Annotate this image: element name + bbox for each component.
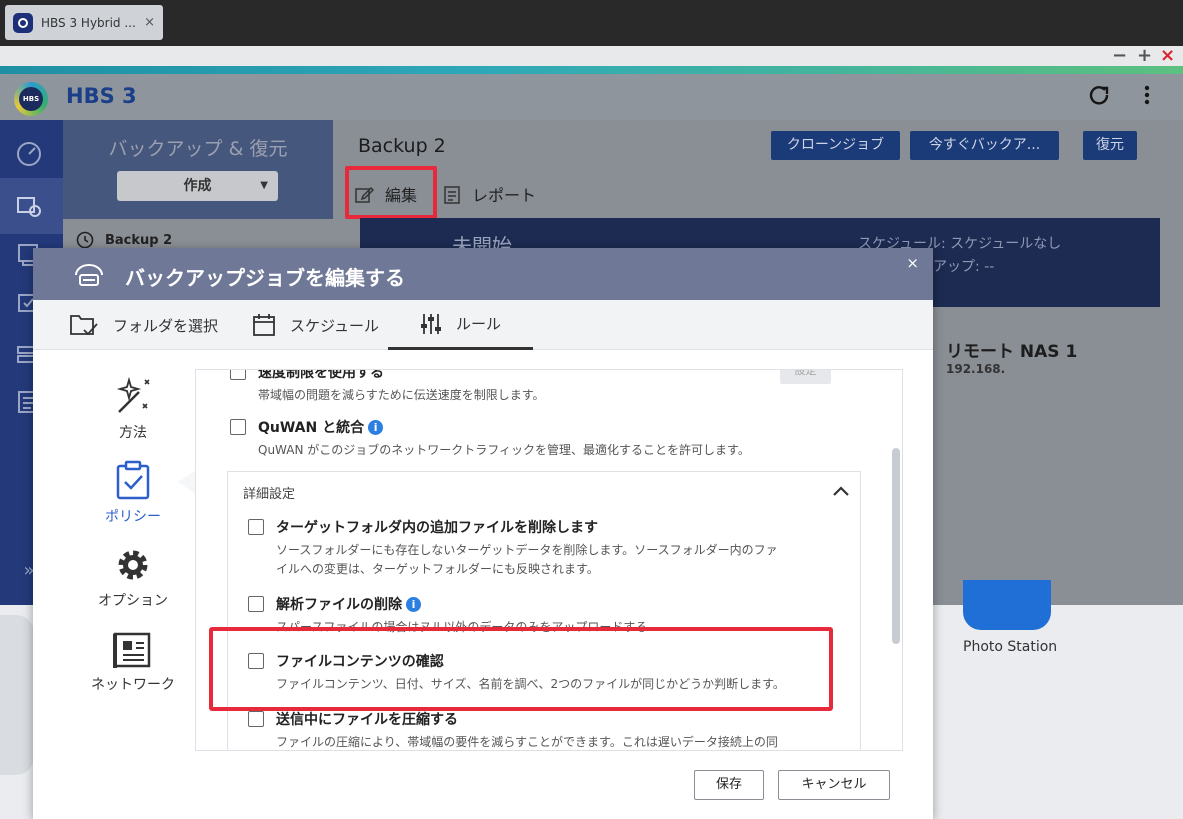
- more-menu-icon[interactable]: [1136, 84, 1158, 112]
- save-button[interactable]: 保存: [694, 770, 764, 800]
- job-list-item[interactable]: Backup 2: [63, 219, 333, 249]
- info-icon[interactable]: i: [368, 420, 384, 435]
- quwan-checkbox[interactable]: [230, 419, 246, 435]
- photo-station-icon[interactable]: [963, 580, 1051, 630]
- backup-restore-icon[interactable]: [14, 192, 44, 222]
- tab-schedule-label: スケジュール: [290, 316, 379, 335]
- minimize-button[interactable]: −: [1112, 46, 1127, 66]
- advanced-settings-header[interactable]: 詳細設定: [228, 472, 860, 512]
- job-title: Backup 2: [358, 135, 446, 157]
- chevron-up-icon[interactable]: [832, 482, 850, 501]
- speed-limit-desc: 帯域幅の問題を減らすために伝送速度を制限します。: [258, 388, 545, 402]
- restore-button[interactable]: 復元: [1083, 131, 1137, 160]
- backup-job-icon: [75, 264, 103, 286]
- compress-desc: ファイルの圧縮により、帯域幅の要件を減らすことができます。これは遅いデータ接続上…: [276, 735, 778, 749]
- dialog-title: バックアップジョブを編集する: [125, 266, 405, 290]
- dashboard-icon[interactable]: [14, 140, 44, 170]
- tab-select-folder[interactable]: フォルダを選択: [69, 300, 218, 350]
- assistant-robot-icon: [0, 615, 34, 775]
- network-icon: [113, 632, 151, 668]
- logo-text: HBS: [19, 87, 43, 111]
- tab-close-icon[interactable]: ×: [144, 15, 155, 30]
- app-title: HBS 3: [66, 84, 137, 108]
- nav-network[interactable]: ネットワーク: [73, 632, 193, 694]
- tab-rules[interactable]: ルール: [388, 300, 534, 350]
- hbs-favicon-icon: [13, 12, 33, 33]
- sparse-title: 解析ファイルの削除 i: [276, 594, 421, 614]
- refresh-icon[interactable]: [1088, 84, 1110, 112]
- nav-method[interactable]: 方法: [73, 376, 193, 442]
- folder-check-icon: [70, 315, 98, 336]
- browser-tab[interactable]: HBS 3 Hybrid ... ×: [5, 5, 163, 40]
- job-item-label: Backup 2: [105, 233, 173, 248]
- remote-nas-name: リモート NAS 1: [946, 342, 1078, 362]
- window-bar: [0, 46, 1183, 66]
- sliders-icon: [421, 313, 441, 334]
- create-label: 作成: [183, 178, 212, 194]
- caret-down-icon: ▼: [260, 180, 268, 191]
- close-window-button[interactable]: ×: [1160, 46, 1175, 66]
- nav-options-label: オプション: [98, 593, 168, 609]
- speed-limit-settings-button[interactable]: 設定: [780, 370, 831, 384]
- last-backup-text: アップ: --: [933, 259, 995, 275]
- info-icon[interactable]: i: [406, 597, 421, 612]
- remote-nas-ip: 192.168.: [946, 362, 1006, 376]
- dialog-close-icon[interactable]: ×: [906, 254, 919, 272]
- sparse-checkbox[interactable]: [248, 596, 264, 612]
- create-button[interactable]: 作成 ▼: [117, 171, 278, 201]
- tab-schedule[interactable]: スケジュール: [252, 300, 379, 350]
- calendar-icon: [253, 314, 275, 336]
- photo-station-label[interactable]: Photo Station: [963, 639, 1057, 655]
- content-scrollbar[interactable]: [892, 448, 900, 644]
- tab-rules-label: ルール: [456, 315, 502, 333]
- advanced-settings-title: 詳細設定: [243, 487, 296, 502]
- report-label: レポート: [472, 186, 537, 205]
- speed-limit-title: 速度制限を使用する: [258, 369, 384, 381]
- delete-extra-desc: ソースフォルダーにも存在しないターゲットデータを削除します。ソースフォルダー内の…: [276, 541, 778, 579]
- browser-tabbar: [0, 0, 1183, 46]
- delete-extra-desc-line1: ソースフォルダーにも存在しないターゲットデータを削除します。ソースフォルダー内の…: [276, 543, 778, 557]
- compress-checkbox[interactable]: [248, 711, 264, 727]
- magic-wand-icon: [116, 376, 150, 413]
- edit-backup-job-dialog: バックアップジョブを編集する × フォルダを選択 スケジュール ルール 方法 ポ…: [33, 248, 933, 819]
- delete-extra-desc-line2: イルへの変更は、ターゲットフォルダーにも反映されます。: [276, 562, 599, 576]
- report-link[interactable]: レポート: [444, 182, 536, 206]
- tab-title: HBS 3 Hybrid ...: [41, 15, 136, 30]
- nav-policy-label: ポリシー: [105, 509, 161, 525]
- accent-bar: [0, 66, 1183, 74]
- gear-icon: [118, 550, 148, 580]
- compress-title: 送信中にファイルを圧縮する: [276, 712, 458, 728]
- sparse-title-text: 解析ファイルの削除: [276, 597, 402, 613]
- clock-icon: [76, 231, 94, 249]
- report-icon: [444, 186, 460, 204]
- app-header: [0, 74, 1183, 120]
- quwan-desc: QuWAN がこのジョブのネットワークトラフィックを管理、最適化することを許可し…: [258, 443, 750, 457]
- left-panel-title: バックアップ & 復元: [108, 138, 288, 160]
- dialog-header: バックアップジョブを編集する ×: [33, 248, 933, 300]
- nav-network-label: ネットワーク: [91, 677, 175, 693]
- dialog-tabs: フォルダを選択 スケジュール ルール: [33, 300, 933, 350]
- backup-now-button[interactable]: 今すぐバックア...: [910, 131, 1059, 160]
- nav-selection-arrow: [178, 470, 196, 494]
- delete-extra-checkbox[interactable]: [248, 519, 264, 535]
- cancel-button[interactable]: キャンセル: [778, 770, 890, 800]
- verify-contents-highlight-box: [209, 627, 833, 711]
- nav-policy[interactable]: ポリシー: [73, 460, 193, 526]
- edit-highlight-box: [345, 166, 437, 219]
- maximize-button[interactable]: +: [1137, 46, 1152, 66]
- nav-options[interactable]: オプション: [73, 546, 193, 610]
- delete-extra-title: ターゲットフォルダ内の追加ファイルを削除します: [276, 520, 598, 536]
- quwan-title-text: QuWAN と統合: [258, 420, 365, 436]
- speed-limit-checkbox[interactable]: [230, 370, 246, 380]
- tab-select-folder-label: フォルダを選択: [113, 316, 219, 335]
- quwan-title: QuWAN と統合 i: [258, 417, 384, 437]
- hbs-logo: HBS: [14, 82, 48, 116]
- clipboard-check-icon: [116, 460, 150, 500]
- clone-job-button[interactable]: クローンジョブ: [771, 131, 900, 160]
- nav-method-label: 方法: [119, 425, 147, 441]
